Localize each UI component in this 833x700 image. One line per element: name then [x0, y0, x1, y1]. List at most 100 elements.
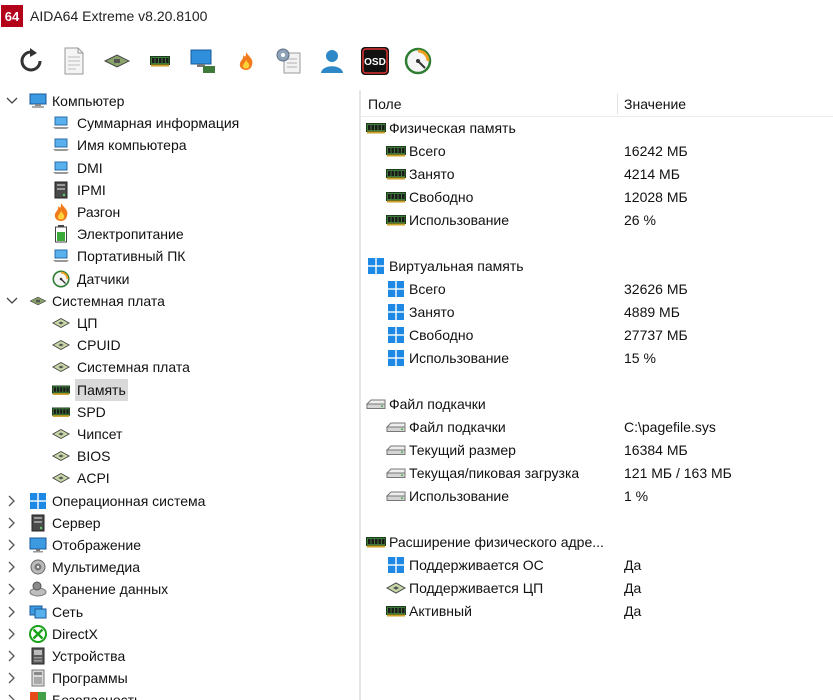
tree-item[interactable]: Программы [0, 667, 359, 689]
tree-item[interactable]: Датчики [0, 268, 359, 290]
memory-button[interactable] [138, 41, 181, 81]
computer-icon [29, 92, 47, 110]
tree-item[interactable]: CPUID [0, 334, 359, 356]
column-separator[interactable] [617, 94, 618, 114]
tree-item[interactable]: Системная плата [0, 290, 359, 312]
tree-item-label: DirectX [52, 625, 98, 642]
tree-item-label: IPMI [77, 181, 106, 198]
field-name: Поддерживается ЦП [409, 580, 544, 596]
expand-chevron-icon[interactable] [5, 534, 19, 556]
field-value: 15 % [624, 350, 656, 366]
list-group-row[interactable]: Виртуальная память [361, 255, 833, 278]
tree-item[interactable]: Компьютер [0, 90, 359, 112]
list-group-row[interactable]: Расширение физического адре... [361, 531, 833, 554]
column-header-field[interactable]: Поле [368, 90, 402, 117]
tree-item[interactable]: Системная плата [0, 356, 359, 378]
tree-item[interactable]: SPD [0, 401, 359, 423]
tree-item[interactable]: Отображение [0, 534, 359, 556]
collapse-chevron-icon[interactable] [5, 90, 19, 112]
motherboard-icon [29, 292, 47, 310]
tree-item[interactable]: Безопасность [0, 689, 359, 700]
flame-button[interactable] [224, 41, 267, 81]
title-bar: 64 AIDA64 Extreme v8.20.8100 [0, 0, 833, 32]
expand-chevron-icon[interactable] [5, 667, 19, 689]
expand-chevron-icon[interactable] [5, 623, 19, 645]
expand-chevron-icon[interactable] [5, 601, 19, 623]
list-row[interactable]: Активный Да [361, 600, 833, 623]
tree-item[interactable]: Мультимедиа [0, 556, 359, 578]
list-row[interactable]: Всего 16242 МБ [361, 140, 833, 163]
tree-item-label: Чипсет [77, 426, 123, 442]
tree-item[interactable]: Электропитание [0, 223, 359, 245]
tree-item[interactable]: Чипсет [0, 423, 359, 445]
tree-item[interactable]: Хранение данных [0, 578, 359, 600]
network-computer-button[interactable] [181, 41, 224, 81]
tree-item[interactable]: Операционная система [0, 490, 359, 512]
memory-icon [386, 165, 406, 183]
expand-chevron-icon[interactable] [5, 556, 19, 578]
gauge-button[interactable] [396, 41, 439, 81]
field-name: Текущий размер [409, 442, 516, 458]
flame-icon [52, 203, 70, 221]
refresh-button[interactable] [9, 41, 52, 81]
tree-item-label: Мультимедиа [52, 559, 140, 576]
collapse-chevron-icon[interactable] [5, 290, 19, 312]
list-row[interactable]: Свободно 27737 МБ [361, 324, 833, 347]
tree-item[interactable]: Память [0, 378, 359, 401]
navigation-tree: Компьютер Суммарная информация Имя компьют… [0, 90, 359, 700]
tools-button[interactable] [267, 41, 310, 81]
svg-text:OSD: OSD [364, 57, 386, 68]
tree-item[interactable]: Сервер [0, 512, 359, 534]
list-group-row[interactable]: Физическая память [361, 117, 833, 140]
motherboard-button[interactable] [95, 41, 138, 81]
chip-icon [52, 336, 70, 354]
list-row[interactable]: Файл подкачки C:\pagefile.sys [361, 416, 833, 439]
list-row[interactable]: Текущая/пиковая загрузка 121 МБ / 163 МБ [361, 462, 833, 485]
list-row[interactable]: Использование 15 % [361, 347, 833, 370]
column-header-value[interactable]: Значение [624, 90, 686, 117]
list-row[interactable]: Поддерживается ОС Да [361, 554, 833, 577]
report-button[interactable] [52, 41, 95, 81]
list-row[interactable]: Поддерживается ЦП Да [361, 577, 833, 600]
expand-chevron-icon[interactable] [5, 512, 19, 534]
list-row[interactable]: Занято 4214 МБ [361, 163, 833, 186]
field-name: Текущая/пиковая загрузка [409, 465, 580, 481]
expand-chevron-icon[interactable] [5, 578, 19, 600]
tree-item[interactable]: Устройства [0, 645, 359, 667]
windows-icon [386, 303, 406, 321]
tree-item[interactable]: ACPI [0, 467, 359, 489]
list-row[interactable]: Использование 26 % [361, 209, 833, 232]
tree-item[interactable]: Имя компьютера [0, 134, 359, 156]
tree-item[interactable]: Разгон [0, 201, 359, 223]
tree-item[interactable]: ЦП [0, 312, 359, 334]
chip-icon [52, 358, 70, 376]
gauge-icon [52, 270, 70, 288]
memory-icon [386, 211, 406, 229]
tree-item[interactable]: IPMI [0, 179, 359, 201]
list-row[interactable]: Занято 4889 МБ [361, 301, 833, 324]
osd-button[interactable]: OSD [353, 41, 396, 81]
list-row[interactable]: Свободно 12028 МБ [361, 186, 833, 209]
field-value: 16384 МБ [624, 442, 688, 458]
windows-icon [366, 257, 386, 275]
tree-item[interactable]: DMI [0, 157, 359, 179]
tree-item[interactable]: BIOS [0, 445, 359, 467]
expand-chevron-icon[interactable] [5, 645, 19, 667]
list-row[interactable]: Всего 32626 МБ [361, 278, 833, 301]
list-row[interactable]: Использование 1 % [361, 485, 833, 508]
field-name: Поддерживается ОС [409, 557, 544, 573]
tree-item[interactable]: Суммарная информация [0, 112, 359, 134]
user-button[interactable] [310, 41, 353, 81]
expand-chevron-icon[interactable] [5, 490, 19, 512]
tree-item[interactable]: DirectX [0, 623, 359, 645]
tree-item[interactable]: Сеть [0, 601, 359, 623]
battery-icon [52, 225, 70, 243]
group-title: Физическая память [389, 120, 516, 136]
list-row[interactable]: Текущий размер 16384 МБ [361, 439, 833, 462]
list-group-row[interactable]: Файл подкачки [361, 393, 833, 416]
expand-chevron-icon[interactable] [5, 689, 19, 700]
field-name: Занято [409, 166, 455, 182]
group-title: Файл подкачки [389, 396, 486, 412]
laptop-icon [52, 159, 70, 177]
details-list: Поле Значение Физическая память Всего 1624… [361, 90, 833, 700]
